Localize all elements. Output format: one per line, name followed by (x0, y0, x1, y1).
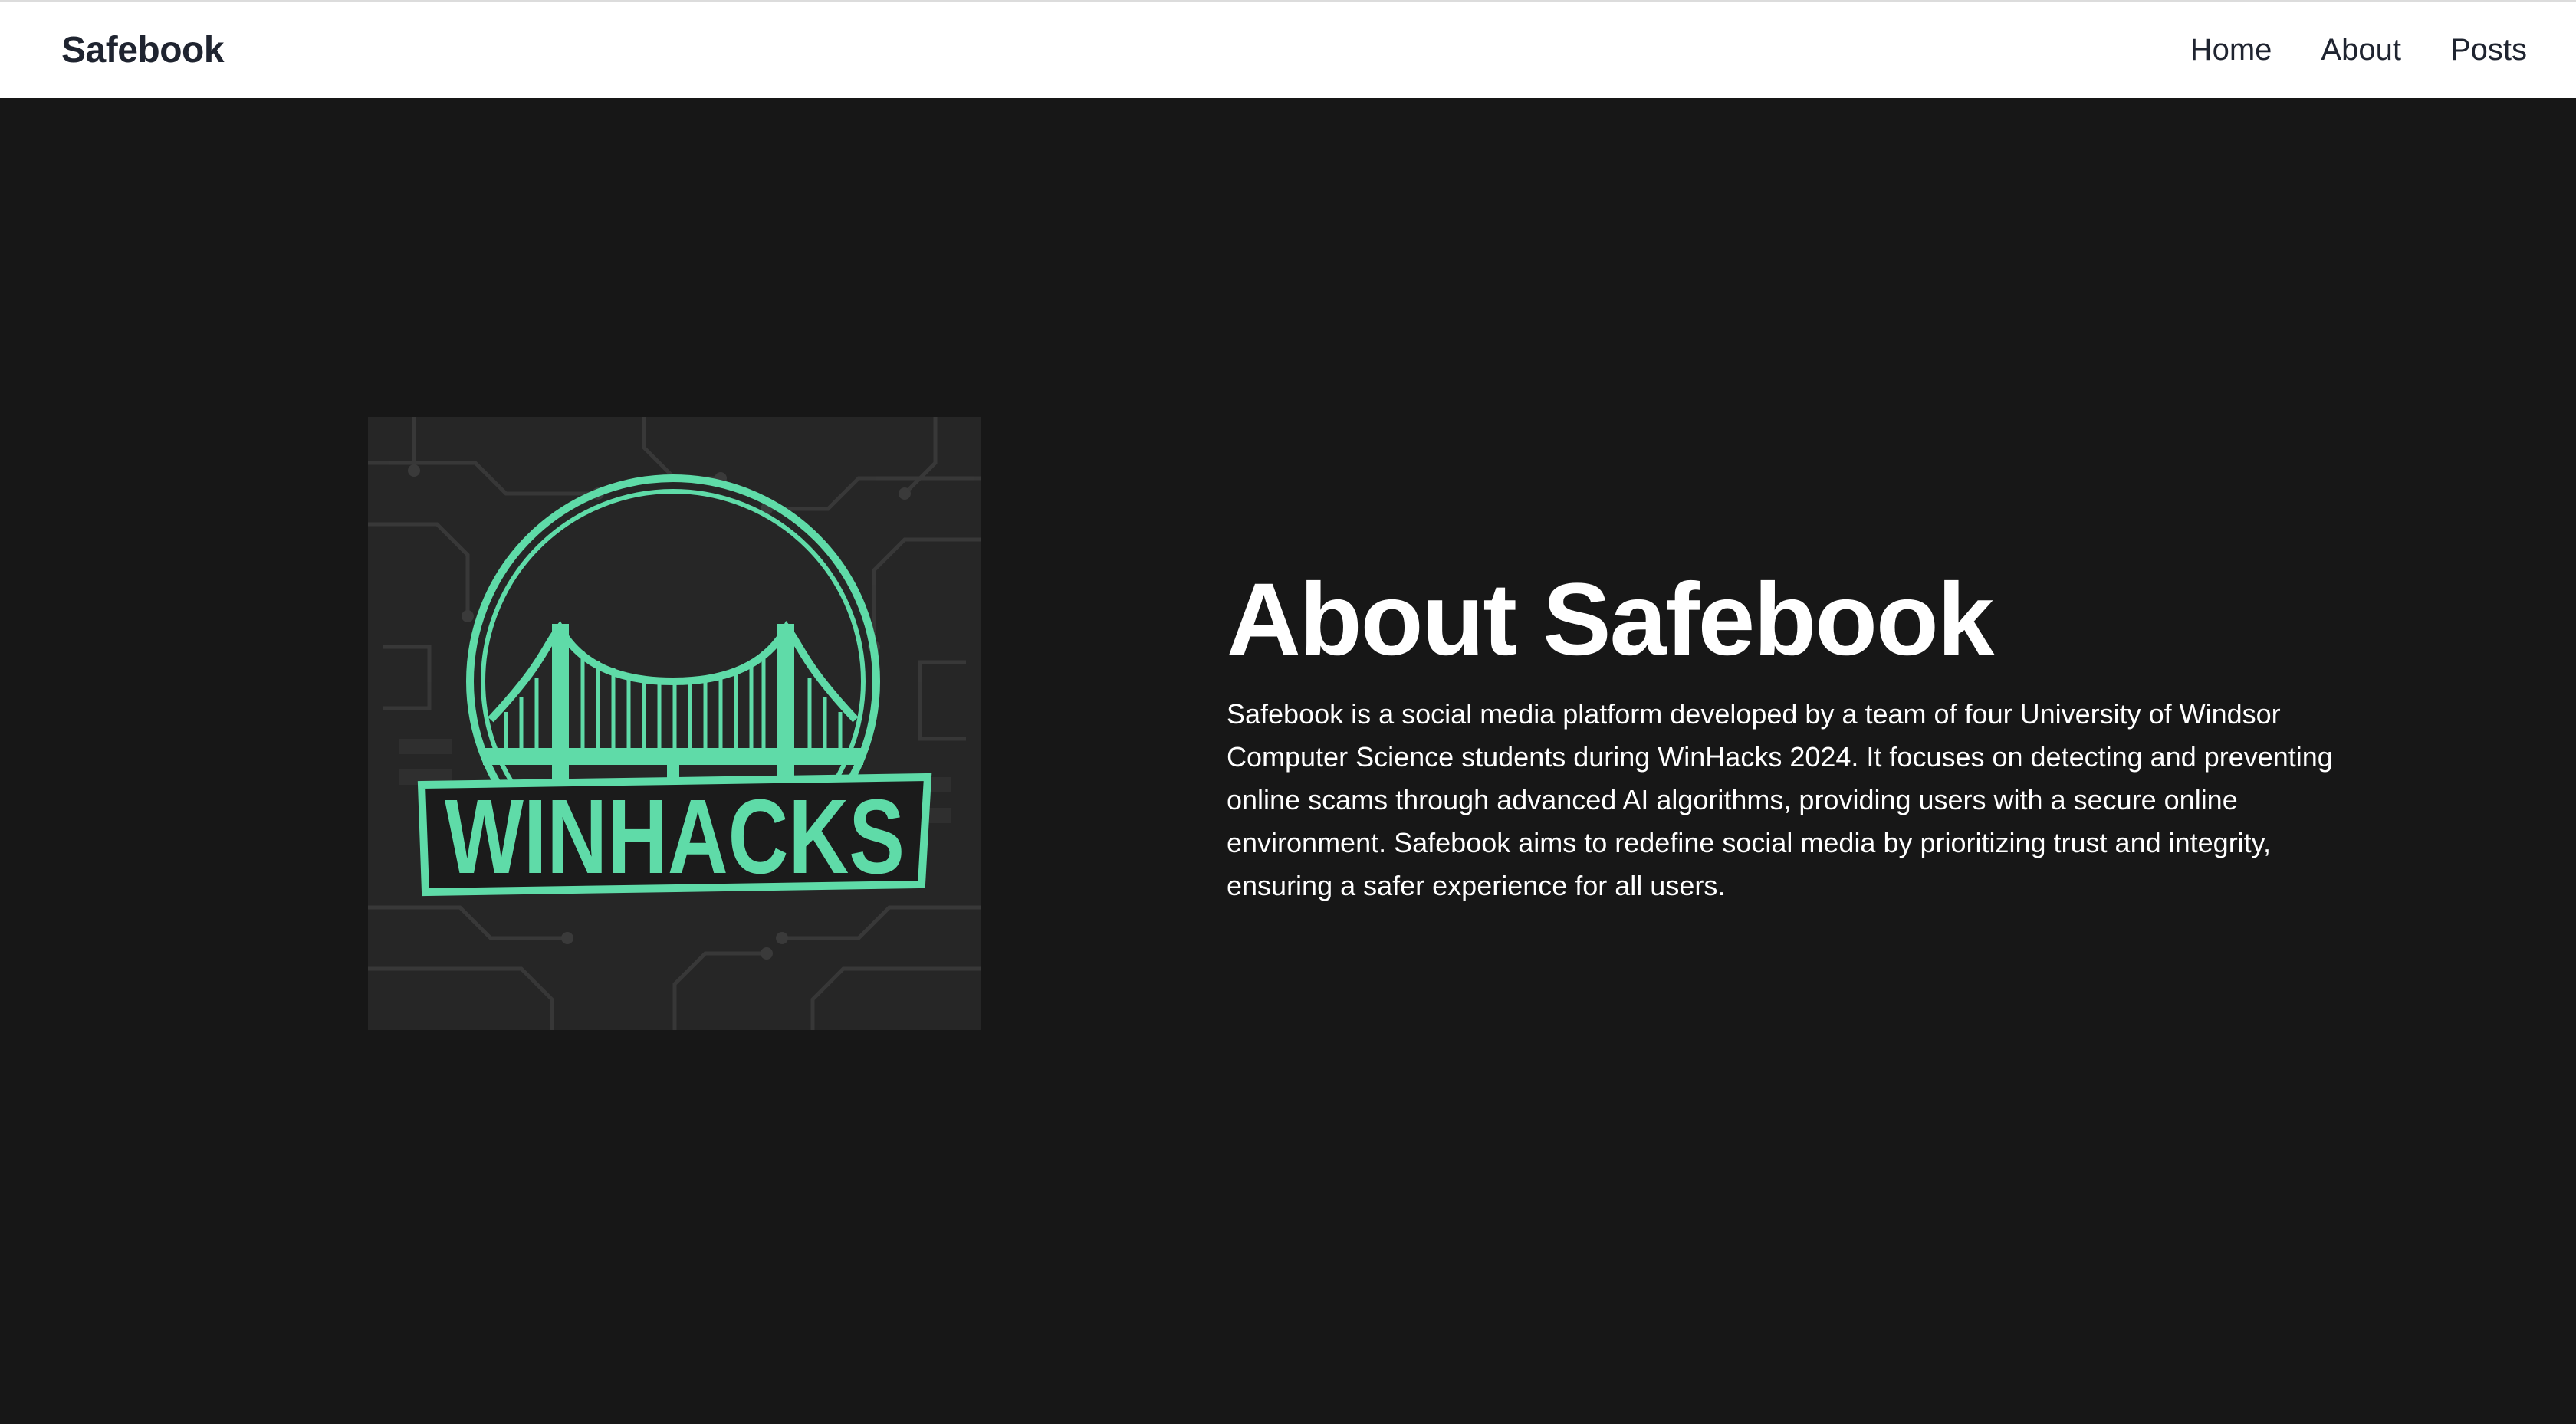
nav-links: Home About Posts (2141, 33, 2527, 67)
about-text-block: About Safebook Safebook is a social medi… (1227, 563, 2377, 907)
winhacks-logo-icon: WINHACKS (368, 417, 981, 1030)
nav-link-about[interactable]: About (2321, 33, 2401, 67)
about-section: WINHACKS About Safebook Safebook is a so… (0, 100, 2576, 1424)
brand-link[interactable]: Safebook (61, 29, 225, 71)
svg-text:WINHACKS: WINHACKS (445, 778, 905, 896)
nav-link-home[interactable]: Home (2190, 33, 2272, 67)
top-navbar: Safebook Home About Posts (0, 0, 2576, 98)
about-description: Safebook is a social media platform deve… (1227, 698, 2333, 902)
winhacks-logo-image: WINHACKS (368, 417, 981, 1030)
page-title: About Safebook (1227, 563, 1994, 677)
nav-link-posts[interactable]: Posts (2450, 33, 2527, 67)
